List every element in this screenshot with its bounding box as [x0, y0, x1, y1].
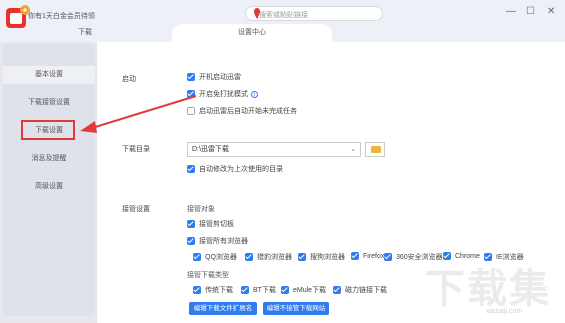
checkbox-type-magnet[interactable]: 磁力链接下载 — [333, 285, 387, 295]
checkbox-checked-icon — [245, 253, 253, 261]
settings-sidebar: 基本设置 下载接管设置 下载设置 消息及提醒 高级设置 — [3, 44, 95, 316]
checkbox-checked-icon — [333, 286, 341, 294]
chevron-down-icon: ⌄ — [350, 146, 356, 153]
app-logo-icon[interactable] — [4, 4, 30, 30]
vip-promo-text[interactable]: 你有1天白金会员待领 — [28, 11, 95, 21]
checkbox-checked-icon — [193, 253, 201, 261]
startup-label: 启动 — [122, 76, 136, 83]
edit-extensions-button[interactable]: 编辑下载文件扩展名 — [189, 302, 257, 315]
checkbox-checked-icon — [187, 73, 195, 81]
checkbox-label: 开启免打扰模式 — [199, 91, 248, 98]
takeover-target-label: 接管对象 — [187, 206, 215, 213]
checkbox-checked-icon — [187, 220, 195, 228]
checkbox-all-browsers[interactable]: 接管所有浏览器 — [187, 236, 248, 246]
search-placeholder: 搜索或粘贴链接 — [259, 12, 308, 19]
minimize-icon[interactable]: — — [506, 7, 516, 17]
checkbox-resume-tasks[interactable]: 启动迅雷后自动开始未完成任务 — [187, 106, 297, 116]
watermark-logo: 下载集 — [425, 267, 551, 311]
checkbox-label: 磁力链接下载 — [345, 287, 387, 294]
checkbox-label: 接管所有浏览器 — [199, 238, 248, 245]
maximize-icon[interactable]: ☐ — [526, 7, 535, 17]
checkbox-browser-firefox[interactable]: Firefox — [351, 252, 384, 260]
download-dir-label: 下载目录 — [122, 146, 150, 153]
checkbox-browser-qq[interactable]: QQ浏览器 — [193, 252, 237, 262]
sidebar-item-takeover[interactable]: 下载接管设置 — [3, 94, 95, 112]
checkbox-type-traditional[interactable]: 传统下载 — [193, 285, 233, 295]
edit-excluded-sites-button[interactable]: 编辑不接管下载网站 — [263, 302, 329, 315]
tab-download[interactable]: 下载 — [60, 24, 110, 42]
takeover-type-label: 接管下载类型 — [187, 272, 229, 279]
sidebar-item-advanced[interactable]: 高级设置 — [3, 178, 95, 196]
checkbox-type-emule[interactable]: eMule下载 — [281, 285, 326, 295]
folder-icon — [371, 146, 381, 153]
tab-settings[interactable]: 设置中心 — [172, 24, 332, 42]
sidebar-item-notifications[interactable]: 消息及提醒 — [3, 150, 95, 168]
checkbox-checked-icon — [298, 253, 306, 261]
highlight-box — [21, 120, 75, 140]
checkbox-dnd-mode[interactable]: 开启免打扰模式 i — [187, 89, 258, 99]
checkbox-checked-icon — [281, 286, 289, 294]
checkbox-label: BT下载 — [253, 287, 276, 294]
checkbox-label: 传统下载 — [205, 287, 233, 294]
checkbox-label: 自动修改为上次使用的目录 — [199, 166, 283, 173]
checkbox-checked-icon — [351, 252, 359, 260]
download-path-select[interactable]: D:\迅雷下载 ⌄ — [187, 142, 361, 157]
checkbox-label: QQ浏览器 — [205, 254, 237, 261]
checkbox-browser-sogou[interactable]: 搜狗浏览器 — [298, 252, 345, 262]
watermark-url: xiazaiji.com — [486, 308, 523, 315]
checkbox-label: 启动迅雷后自动开始未完成任务 — [199, 108, 297, 115]
checkbox-browser-liebao[interactable]: 猎豹浏览器 — [245, 252, 292, 262]
checkbox-autostart[interactable]: 开机启动迅雷 — [187, 72, 241, 82]
checkbox-label: 搜狗浏览器 — [310, 254, 345, 261]
download-path-value: D:\迅雷下载 — [192, 146, 229, 153]
checkbox-label: 猎豹浏览器 — [257, 254, 292, 261]
info-icon[interactable]: i — [251, 90, 258, 98]
search-input[interactable]: 搜索或粘贴链接 — [245, 6, 383, 21]
checkbox-label: 接管剪切板 — [199, 221, 234, 228]
checkbox-checked-icon — [193, 286, 201, 294]
sidebar-item-basic[interactable]: 基本设置 — [3, 66, 95, 84]
checkbox-checked-icon — [187, 90, 195, 98]
checkbox-clipboard[interactable]: 接管剪切板 — [187, 219, 234, 229]
checkbox-checked-icon — [241, 286, 249, 294]
checkbox-checked-icon — [384, 253, 392, 261]
checkbox-label: 开机启动迅雷 — [199, 74, 241, 81]
checkbox-label: Firefox — [363, 252, 385, 260]
checkbox-unchecked-icon — [187, 107, 195, 115]
app-header: 你有1天白金会员待领 搜索或粘贴链接 — ☐ ✕ 下载 设置中心 — [0, 0, 565, 42]
checkbox-remember-dir[interactable]: 自动修改为上次使用的目录 — [187, 164, 283, 174]
checkbox-label: eMule下载 — [293, 287, 327, 294]
checkbox-type-bt[interactable]: BT下载 — [241, 285, 276, 295]
browse-folder-button[interactable] — [365, 142, 385, 157]
close-icon[interactable]: ✕ — [547, 7, 555, 17]
checkbox-checked-icon — [187, 165, 195, 173]
checkbox-checked-icon — [187, 237, 195, 245]
takeover-label: 接管设置 — [122, 206, 150, 213]
